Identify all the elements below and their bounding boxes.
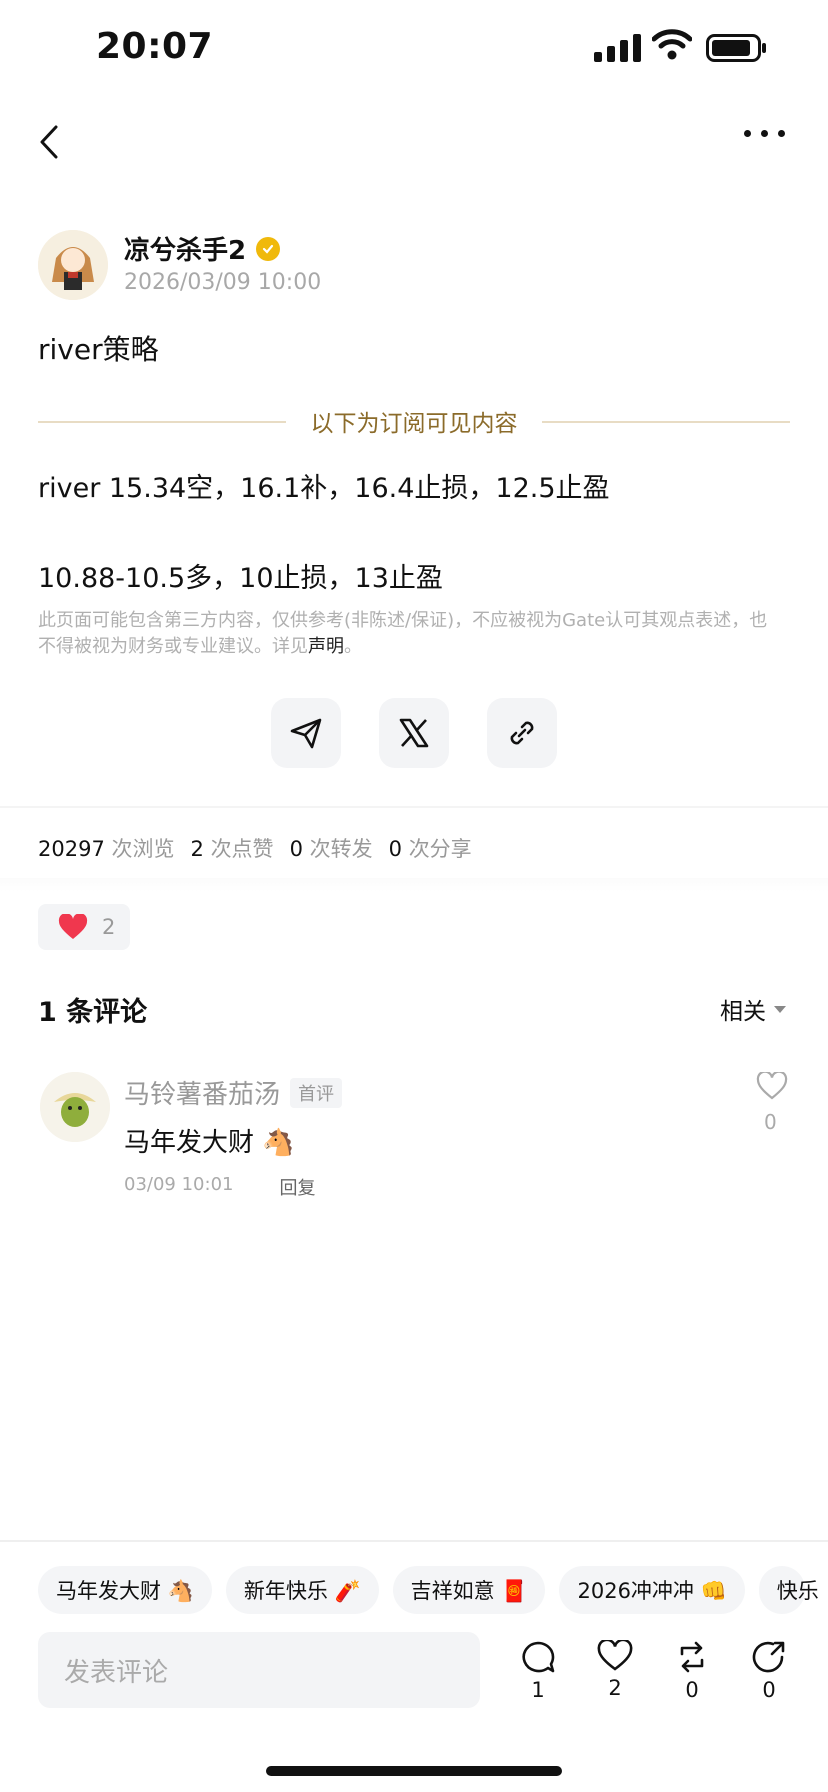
post-content-line-1: river 15.34空，16.1补，16.4止损，12.5止盈: [38, 473, 610, 504]
more-options-icon[interactable]: [744, 130, 785, 137]
disclaimer-end: 。: [344, 636, 362, 657]
repost-action[interactable]: 0: [662, 1640, 722, 1702]
share-action[interactable]: 0: [739, 1640, 799, 1702]
commenter-avatar[interactable]: [40, 1072, 110, 1142]
author-avatar[interactable]: [38, 230, 108, 300]
reaction-count: 2: [102, 915, 116, 939]
reposts-count: 0: [289, 837, 303, 861]
send-button[interactable]: [271, 698, 341, 768]
like-heart-icon: [597, 1640, 633, 1671]
quick-reply-chips: 马年发大财 🐴 新年快乐 🧨 吉祥如意 🧧 2026冲冲冲 👊 快乐: [38, 1566, 819, 1614]
quick-reply-chip[interactable]: 马年发大财 🐴: [38, 1566, 212, 1614]
author-name-row[interactable]: 凉兮杀手2: [124, 230, 281, 267]
views-count: 20297: [38, 837, 105, 861]
views-unit: 次浏览: [111, 837, 175, 861]
section-divider: [0, 806, 828, 808]
battery-icon: [706, 34, 766, 62]
comment-meta: 03/09 10:01 回复: [124, 1174, 315, 1200]
comment-input[interactable]: 发表评论: [38, 1632, 480, 1708]
shares-count: 0: [388, 837, 402, 861]
back-arrow-icon[interactable]: [36, 124, 62, 160]
commenter-name[interactable]: 马铃薯番茄汤: [124, 1074, 280, 1111]
post-content-line-2: 10.88-10.5多，10止损，13止盈: [38, 563, 443, 594]
quick-reply-chip[interactable]: 快乐: [758, 1566, 819, 1614]
quick-reply-chip[interactable]: 2026冲冲冲 👊: [559, 1566, 745, 1614]
share-arrow-icon: [752, 1641, 785, 1673]
post-stats: 20297 次浏览 2 次点赞 0 次转发 0 次分享: [38, 833, 472, 863]
comment-bubble-icon: [522, 1641, 555, 1673]
subscription-label: 以下为订阅可见内容: [310, 411, 518, 437]
dropdown-caret-icon: [774, 1005, 786, 1013]
share-x-button[interactable]: [379, 698, 449, 768]
reply-button[interactable]: 回复: [279, 1174, 315, 1200]
first-comment-badge: 首评: [290, 1077, 343, 1108]
comments-title: 1 条评论: [38, 997, 148, 1028]
comment-text: 马年发大财 🐴: [124, 1128, 295, 1158]
quick-reply-chip[interactable]: 吉祥如意 🧧: [392, 1566, 546, 1614]
signal-icon: [594, 32, 641, 62]
status-time: 20:07: [96, 26, 214, 67]
sort-label: 相关: [720, 999, 766, 1025]
bottom-divider: [0, 1540, 828, 1542]
wifi-icon: [652, 29, 692, 60]
likes-count: 2: [190, 837, 204, 861]
author-name[interactable]: 凉兮杀手2: [124, 230, 246, 267]
reposts-unit: 次转发: [309, 837, 373, 861]
comment-time: 03/09 10:01: [124, 1174, 234, 1195]
stats-shadow: [0, 878, 828, 892]
comment-action[interactable]: 1: [508, 1640, 568, 1702]
send-icon: [290, 718, 322, 749]
disclaimer-link[interactable]: 声明: [308, 636, 344, 657]
comment-like-count: 0: [764, 1110, 777, 1134]
heart-reaction-button[interactable]: 2: [38, 904, 130, 950]
quick-reply-chip[interactable]: 新年快乐 🧨: [225, 1566, 379, 1614]
disclaimer: 此页面可能包含第三方内容，仅供参考(非陈述/保证)，不应被视为Gate认可其观点…: [38, 608, 778, 660]
x-logo-icon: [399, 718, 429, 748]
disclaimer-text: 此页面可能包含第三方内容，仅供参考(非陈述/保证)，不应被视为Gate认可其观点…: [38, 610, 768, 657]
likes-unit: 次点赞: [210, 837, 274, 861]
repost-count: 0: [685, 1678, 699, 1702]
verified-badge-icon: [256, 236, 281, 261]
repost-icon: [680, 1641, 704, 1673]
link-icon: [510, 721, 534, 745]
commenter-row: 马铃薯番茄汤 首评: [124, 1074, 343, 1111]
comment-like-icon[interactable]: [756, 1072, 788, 1100]
like-action[interactable]: 2: [585, 1640, 645, 1700]
copy-link-button[interactable]: [487, 698, 557, 768]
shares-unit: 次分享: [408, 837, 472, 861]
share-count: 0: [762, 1678, 776, 1702]
home-indicator: [266, 1766, 562, 1776]
comment-count: 1: [531, 1678, 545, 1702]
post-title: river策略: [38, 333, 159, 366]
heart-icon: [58, 914, 88, 939]
post-timestamp: 2026/03/09 10:00: [124, 270, 322, 295]
like-count: 2: [608, 1676, 622, 1700]
sort-dropdown[interactable]: 相关: [720, 992, 786, 1026]
